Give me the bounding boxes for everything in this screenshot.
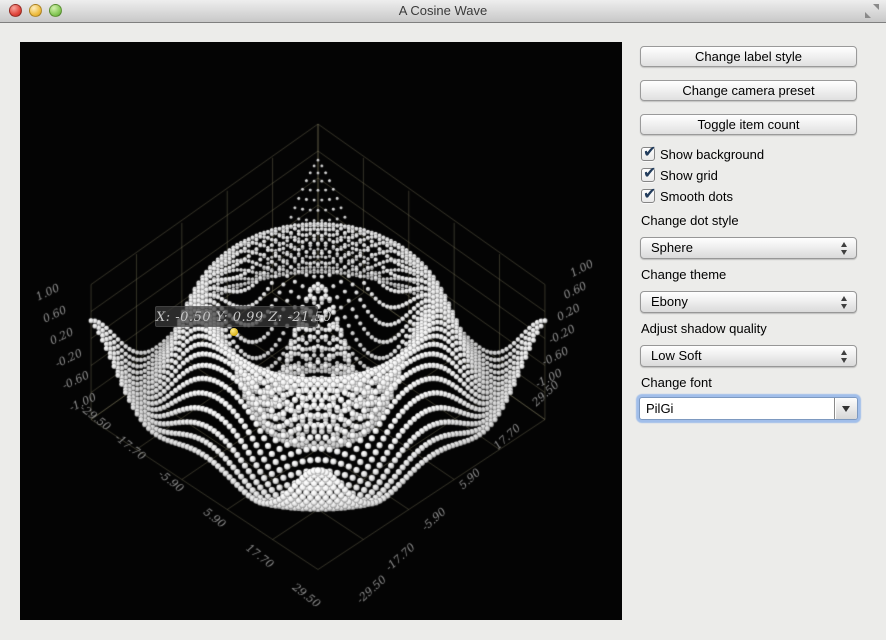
shadow-quality-value: Low Soft [651,348,702,363]
theme-select[interactable]: Ebony [640,291,857,313]
fullscreen-icon[interactable] [865,4,879,18]
dot-style-label: Change dot style [641,213,739,228]
app-window: A Cosine Wave X: -0.50 Y: 0.99 Z: -21.50… [0,0,886,640]
checkbox-label: Show grid [660,167,718,184]
checkmark-icon: ✔ [643,163,656,182]
shadow-quality-label: Adjust shadow quality [641,321,767,336]
theme-value: Ebony [651,294,688,309]
scatter-3d-view: X: -0.50 Y: 0.99 Z: -21.50 [20,42,622,620]
window-title: A Cosine Wave [0,0,886,22]
font-combobox-dropdown-button[interactable] [836,398,857,419]
change-camera-preset-button[interactable]: Change camera preset [640,80,857,101]
scatter-canvas[interactable] [20,42,622,620]
stepper-arrows-icon [841,350,848,363]
checkmark-icon: ✔ [643,184,656,203]
dot-style-select[interactable]: Sphere [640,237,857,259]
font-label: Change font [641,375,712,390]
change-label-style-button[interactable]: Change label style [640,46,857,67]
checkmark-icon: ✔ [643,142,656,161]
checkbox[interactable]: ✔ [641,168,655,182]
toggle-item-count-button[interactable]: Toggle item count [640,114,857,135]
window-titlebar: A Cosine Wave [0,0,886,23]
theme-label: Change theme [641,267,726,282]
selection-tooltip: X: -0.50 Y: 0.99 Z: -21.50 [155,306,318,327]
dot-style-value: Sphere [651,240,693,255]
checkbox[interactable]: ✔ [641,189,655,203]
selected-point-marker[interactable] [230,328,238,336]
stepper-arrows-icon [841,296,848,309]
shadow-quality-select[interactable]: Low Soft [640,345,857,367]
font-combobox-input[interactable]: PilGi [640,398,835,419]
stepper-arrows-icon [841,242,848,255]
checkbox-label: Show background [660,146,764,163]
checkbox-label: Smooth dots [660,188,733,205]
dropdown-arrow-icon [842,406,850,412]
checkbox[interactable]: ✔ [641,147,655,161]
font-combobox[interactable]: PilGi [639,397,858,420]
